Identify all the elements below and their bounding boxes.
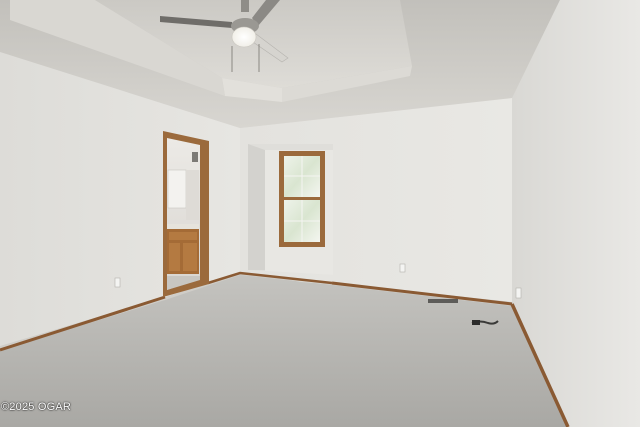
wall-outlet [399, 263, 406, 273]
bedroom-photo: ©2025 OGAR [0, 0, 640, 427]
floor-vent [428, 299, 458, 303]
wall-outlet [114, 277, 121, 288]
bathroom-doorway [163, 131, 209, 297]
room-illustration [0, 0, 640, 427]
photo-watermark: ©2025 OGAR [1, 401, 72, 413]
window [279, 151, 325, 247]
wall-outlet [515, 287, 522, 299]
